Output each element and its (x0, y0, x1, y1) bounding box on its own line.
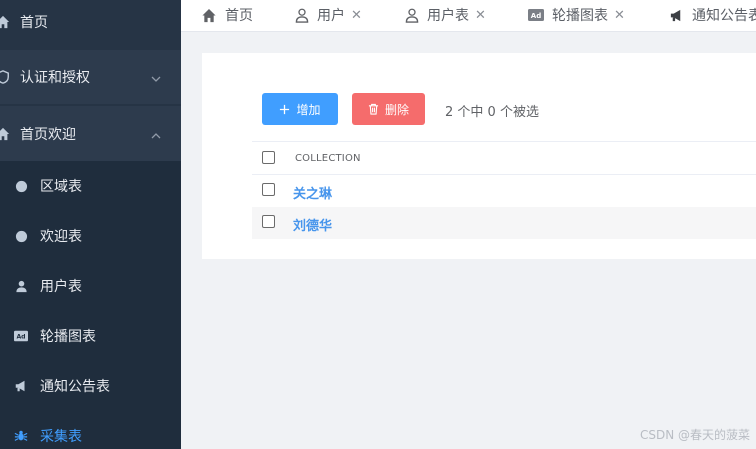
sidebar-item-label: 用户表 (40, 279, 82, 295)
add-button-label: 增加 (296, 102, 321, 117)
close-icon[interactable]: ✕ (475, 8, 486, 23)
circle-icon (14, 179, 28, 193)
bullhorn-icon (669, 8, 684, 23)
tab-user-table[interactable]: 用户表 ✕ (405, 0, 486, 30)
sidebar: 首页 认证和授权 首页欢迎 区域表 欢迎表 用户表 Ad 轮播图表 通知公告表 … (0, 0, 181, 449)
user-icon (14, 279, 28, 293)
sidebar-submenu: 区域表 欢迎表 用户表 Ad 轮播图表 通知公告表 采集表 (0, 161, 181, 449)
sidebar-item-users[interactable]: 用户表 (0, 261, 181, 311)
row-link[interactable]: 关之琳 (293, 183, 332, 202)
user-icon (295, 8, 309, 23)
sidebar-item-label: 区域表 (40, 179, 82, 195)
svg-text:Ad: Ad (16, 334, 25, 341)
close-icon[interactable]: ✕ (351, 8, 362, 23)
column-header-collection: COLLECTION (295, 153, 361, 164)
sidebar-item-label: 认证和授权 (20, 70, 90, 86)
tab-label: 通知公告表 (692, 8, 756, 24)
sidebar-item-label: 轮播图表 (40, 329, 96, 345)
add-button[interactable]: 增加 (262, 93, 338, 125)
circle-icon (14, 229, 28, 243)
sidebar-item-label: 首页欢迎 (20, 126, 76, 143)
tab-label: 首页 (225, 8, 253, 24)
tab-home[interactable]: 首页 (201, 0, 253, 30)
sidebar-item-carousel[interactable]: Ad 轮播图表 (0, 311, 181, 361)
table-row: 刘德华 (252, 207, 756, 239)
sidebar-item-notice[interactable]: 通知公告表 (0, 361, 181, 411)
chevron-down-icon (151, 72, 161, 82)
data-table: COLLECTION 关之琳 刘德华 (252, 141, 756, 239)
sidebar-item-home[interactable]: 首页 (0, 0, 181, 44)
watermark: CSDN @春天的菠菜 (639, 428, 750, 442)
close-icon[interactable]: ✕ (614, 8, 625, 23)
table-header: COLLECTION (252, 141, 756, 175)
ad-icon: Ad (14, 329, 28, 343)
home-icon (201, 8, 217, 23)
selection-info: 2 个中 0 个被选 (445, 105, 539, 120)
sidebar-item-region[interactable]: 区域表 (0, 161, 181, 211)
trash-icon (368, 103, 379, 115)
tab-label: 用户表 (427, 8, 469, 24)
content-card: 增加 删除 2 个中 0 个被选 COLLECTION 关之琳 刘德华 (202, 53, 756, 259)
home-icon (0, 15, 10, 29)
table-row: 关之琳 (252, 175, 756, 207)
tab-notice[interactable]: 通知公告表 (669, 0, 756, 30)
bullhorn-icon (14, 379, 28, 393)
shield-icon (0, 70, 10, 84)
tabs-bar: 首页 用户 ✕ 用户表 ✕ Ad 轮播图表 ✕ 通知公告表 (181, 0, 756, 32)
sidebar-item-welcome-group[interactable]: 首页欢迎 (0, 106, 181, 161)
row-link[interactable]: 刘德华 (293, 215, 332, 234)
tab-label: 用户 (317, 8, 345, 24)
user-icon (405, 8, 419, 23)
plus-icon (279, 104, 290, 115)
sidebar-item-label: 通知公告表 (40, 379, 110, 395)
select-all-checkbox[interactable] (262, 151, 275, 164)
sidebar-item-label: 欢迎表 (40, 229, 82, 245)
home-icon (0, 127, 10, 141)
delete-button[interactable]: 删除 (352, 93, 425, 125)
svg-text:Ad: Ad (531, 12, 541, 20)
tab-user[interactable]: 用户 ✕ (295, 0, 362, 30)
sidebar-item-label: 首页 (20, 15, 48, 31)
tab-carousel[interactable]: Ad 轮播图表 ✕ (528, 0, 625, 30)
row-checkbox[interactable] (262, 183, 275, 196)
sidebar-item-welcome[interactable]: 欢迎表 (0, 211, 181, 261)
ad-icon: Ad (528, 9, 544, 21)
delete-button-label: 删除 (384, 102, 409, 117)
sidebar-item-collect[interactable]: 采集表 (0, 411, 181, 449)
tab-label: 轮播图表 (552, 8, 608, 24)
sidebar-item-label: 采集表 (40, 429, 82, 445)
chevron-up-icon (151, 129, 161, 139)
row-checkbox[interactable] (262, 215, 275, 228)
spider-icon (14, 429, 28, 443)
sidebar-item-auth[interactable]: 认证和授权 (0, 50, 181, 104)
